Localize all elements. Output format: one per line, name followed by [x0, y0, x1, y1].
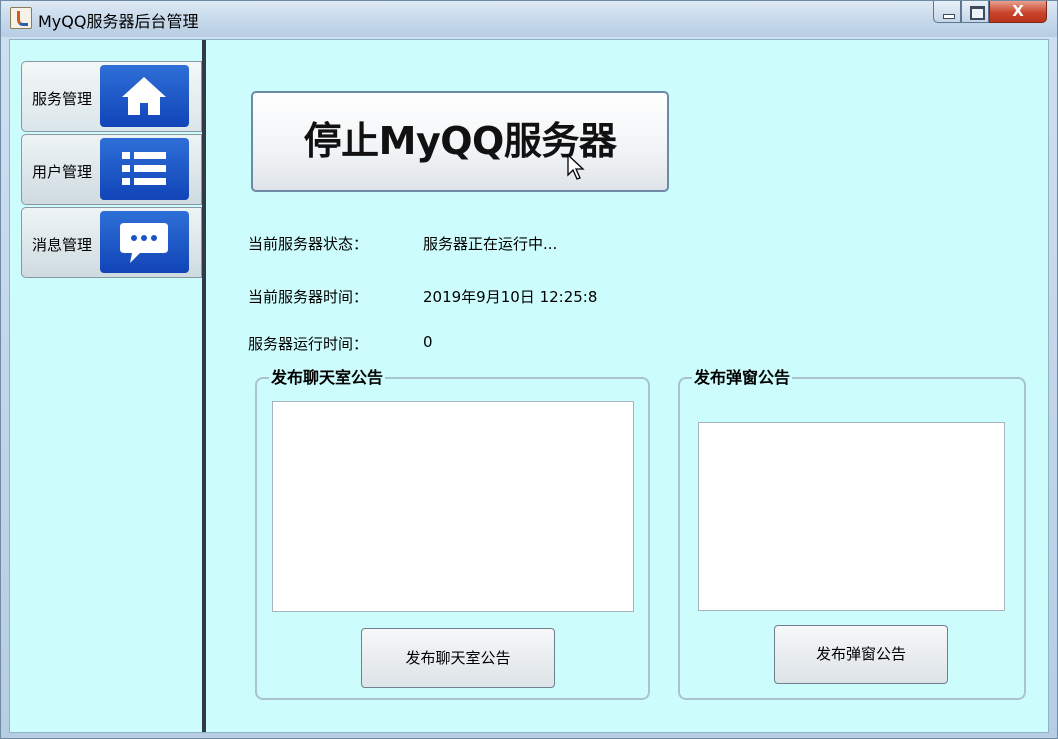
sidebar-item-label: 用户管理	[32, 163, 93, 181]
status-value: 服务器正在运行中...	[423, 235, 558, 253]
uptime-label: 服务器运行时间：	[248, 335, 369, 353]
app-window: MyQQ服务器后台管理 X 服务管理 用户管理 消息管理 停止MyQQ服务器 当…	[0, 0, 1058, 739]
time-value: 2019年9月10日 12:25:8	[423, 288, 598, 306]
sidebar-item-users[interactable]: 用户管理	[21, 134, 202, 205]
popup-group-title: 发布弹窗公告	[692, 368, 793, 387]
sidebar-item-messages[interactable]: 消息管理	[21, 207, 202, 278]
minimize-button[interactable]	[933, 1, 961, 23]
client-area: 服务管理 用户管理 消息管理 停止MyQQ服务器 当前服务器状态： 服务器正在运…	[9, 39, 1049, 733]
popup-announcement-group: 发布弹窗公告 发布弹窗公告	[678, 369, 1026, 700]
sidebar-item-service[interactable]: 服务管理	[21, 61, 202, 132]
java-app-icon	[10, 7, 32, 29]
uptime-value: 0	[423, 333, 433, 351]
close-button[interactable]: X	[989, 1, 1047, 23]
publish-popup-button[interactable]: 发布弹窗公告	[774, 625, 948, 684]
publish-chatroom-button[interactable]: 发布聊天室公告	[361, 628, 555, 688]
mouse-cursor-icon	[567, 154, 585, 180]
sidebar: 服务管理 用户管理 消息管理	[10, 40, 206, 732]
chatroom-group-title: 发布聊天室公告	[269, 368, 386, 387]
sidebar-item-label: 服务管理	[32, 90, 93, 108]
window-title: MyQQ服务器后台管理	[38, 12, 199, 31]
title-bar[interactable]: MyQQ服务器后台管理 X	[1, 1, 1057, 37]
sidebar-item-label: 消息管理	[32, 236, 93, 254]
list-icon	[100, 138, 189, 200]
home-icon	[100, 65, 189, 127]
time-label: 当前服务器时间：	[248, 288, 369, 306]
chatroom-announcement-group: 发布聊天室公告 发布聊天室公告	[255, 369, 650, 700]
chatroom-announcement-textarea[interactable]	[272, 401, 634, 612]
stop-server-button[interactable]: 停止MyQQ服务器	[251, 91, 669, 192]
maximize-button[interactable]	[961, 1, 989, 23]
status-label: 当前服务器状态：	[248, 235, 369, 253]
chat-icon	[100, 211, 189, 273]
popup-announcement-textarea[interactable]	[698, 422, 1005, 611]
window-controls: X	[933, 1, 1047, 25]
